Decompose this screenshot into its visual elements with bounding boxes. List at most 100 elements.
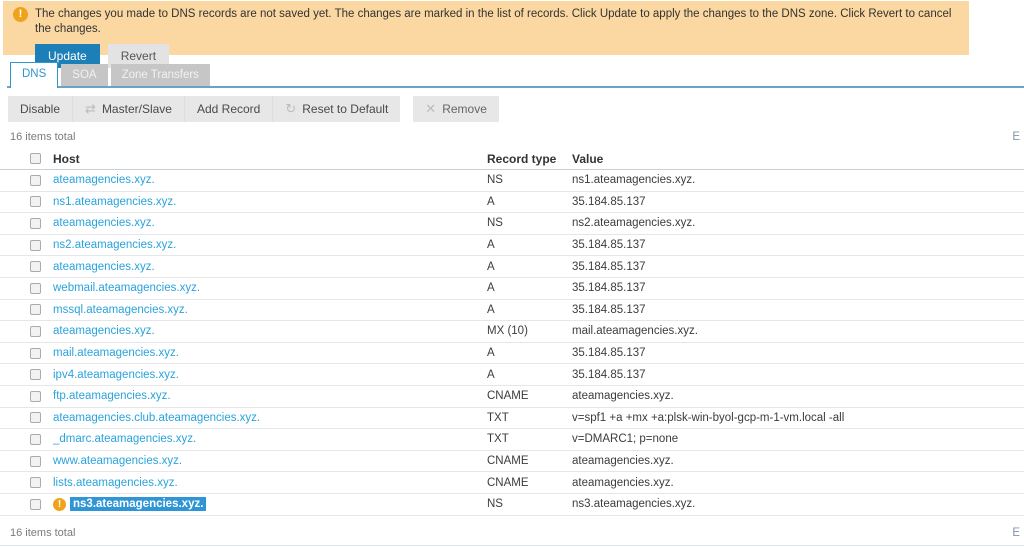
tab-soa[interactable]: SOA <box>61 64 108 86</box>
record-type-cell: A <box>487 347 495 360</box>
entries-link-truncated[interactable]: E <box>1012 131 1020 143</box>
host-cell: ! ns3.ateamagencies.xyz. <box>53 497 487 512</box>
banner-message: The changes you made to DNS records are … <box>35 8 952 35</box>
column-header-record-type[interactable]: Record type <box>487 152 572 166</box>
record-value-cell: 35.184.85.137 <box>572 303 646 316</box>
host-cell: ! _dmarc.ateamagencies.xyz. <box>53 433 487 445</box>
select-all-checkbox[interactable] <box>30 153 41 164</box>
table-row: ! ateamagencies.club.ateamagencies.xyz. … <box>0 408 1024 430</box>
host-link[interactable]: ns2.ateamagencies.xyz. <box>53 239 176 251</box>
toolbar-group-main: Disable ⇄ Master/Slave Add Record ↻ Rese… <box>8 96 401 122</box>
row-checkbox[interactable] <box>30 325 41 337</box>
row-checkbox[interactable] <box>30 498 41 510</box>
host-cell: ! ateamagencies.xyz. <box>53 217 487 229</box>
host-cell: ! ipv4.ateamagencies.xyz. <box>53 369 487 381</box>
column-header-value[interactable]: Value <box>572 152 1024 166</box>
table-row: ! mail.ateamagencies.xyz. A 35.184.85.13… <box>0 343 1024 365</box>
host-link[interactable]: ftp.ateamagencies.xyz. <box>53 390 171 402</box>
remove-button[interactable]: ✕ Remove <box>413 96 499 122</box>
host-link[interactable]: ateamagencies.xyz. <box>53 325 155 337</box>
reset-to-default-button[interactable]: ↻ Reset to Default <box>272 96 400 122</box>
record-value-cell: 35.184.85.137 <box>572 282 646 295</box>
host-cell: ! ateamagencies.xyz. <box>53 174 487 186</box>
record-type-cell: MX (10) <box>487 325 528 338</box>
host-cell: ! mail.ateamagencies.xyz. <box>53 347 487 359</box>
host-cell: ! ns1.ateamagencies.xyz. <box>53 196 487 208</box>
reset-label: Reset to Default <box>302 102 389 116</box>
row-checkbox[interactable] <box>30 390 41 402</box>
host-link[interactable]: ns3.ateamagencies.xyz. <box>70 497 207 512</box>
table-body: ! ateamagencies.xyz. NS ns1.ateamagencie… <box>0 170 1024 516</box>
record-value-cell: ateamagencies.xyz. <box>572 390 674 403</box>
row-checkbox[interactable] <box>30 196 41 208</box>
row-checkbox[interactable] <box>30 239 41 251</box>
disable-button[interactable]: Disable <box>8 96 72 122</box>
host-link[interactable]: ipv4.ateamagencies.xyz. <box>53 369 179 381</box>
record-value-cell: mail.ateamagencies.xyz. <box>572 325 698 338</box>
row-checkbox[interactable] <box>30 174 41 186</box>
host-cell: ! www.ateamagencies.xyz. <box>53 455 487 467</box>
record-type-cell: A <box>487 282 495 295</box>
host-link[interactable]: www.ateamagencies.xyz. <box>53 455 182 467</box>
host-link[interactable]: ateamagencies.xyz. <box>53 261 155 273</box>
tab-zone-transfers[interactable]: Zone Transfers <box>110 64 210 86</box>
table-row: ! lists.ateamagencies.xyz. CNAME ateamag… <box>0 472 1024 494</box>
disable-label: Disable <box>20 102 61 116</box>
record-value-cell: v=spf1 +a +mx +a:plsk-win-byol-gcp-m-1-v… <box>572 411 845 424</box>
host-link[interactable]: ns1.ateamagencies.xyz. <box>53 196 176 208</box>
items-total-top: 16 items total E <box>10 131 1022 143</box>
master-slave-icon: ⇄ <box>85 101 96 116</box>
dns-zone-records-page: ! The changes you made to DNS records ar… <box>0 0 1024 547</box>
row-checkbox[interactable] <box>30 455 41 467</box>
record-value-cell: ns2.ateamagencies.xyz. <box>572 217 696 230</box>
row-checkbox[interactable] <box>30 369 41 381</box>
record-type-cell: A <box>487 260 495 273</box>
row-checkbox[interactable] <box>30 412 41 424</box>
row-checkbox[interactable] <box>30 217 41 229</box>
remove-label: Remove <box>442 102 487 116</box>
row-checkbox[interactable] <box>30 282 41 294</box>
record-value-cell: 35.184.85.137 <box>572 195 646 208</box>
row-checkbox[interactable] <box>30 477 41 489</box>
host-link[interactable]: ateamagencies.club.ateamagencies.xyz. <box>53 412 260 424</box>
row-checkbox[interactable] <box>30 433 41 445</box>
table-row: ! ns2.ateamagencies.xyz. A 35.184.85.137 <box>0 235 1024 257</box>
row-warning-icon: ! <box>53 497 66 511</box>
record-value-cell: v=DMARC1; p=none <box>572 433 679 446</box>
record-value-cell: ns3.ateamagencies.xyz. <box>572 498 696 511</box>
record-value-cell: 35.184.85.137 <box>572 368 646 381</box>
host-cell: ! lists.ateamagencies.xyz. <box>53 477 487 489</box>
row-checkbox[interactable] <box>30 261 41 273</box>
entries-link-truncated-bottom[interactable]: E <box>1012 527 1020 539</box>
record-value-cell: ateamagencies.xyz. <box>572 476 674 489</box>
reset-icon: ↻ <box>285 101 297 116</box>
toolbar: Disable ⇄ Master/Slave Add Record ↻ Rese… <box>8 96 499 122</box>
master-slave-button[interactable]: ⇄ Master/Slave <box>72 96 184 122</box>
host-link[interactable]: _dmarc.ateamagencies.xyz. <box>53 433 196 445</box>
host-link[interactable]: mail.ateamagencies.xyz. <box>53 347 179 359</box>
column-header-host[interactable]: Host <box>53 152 487 166</box>
host-link[interactable]: webmail.ateamagencies.xyz. <box>53 282 200 294</box>
table-row: ! ateamagencies.xyz. MX (10) mail.ateama… <box>0 321 1024 343</box>
host-link[interactable]: ateamagencies.xyz. <box>53 217 155 229</box>
record-type-cell: CNAME <box>487 455 529 468</box>
row-checkbox[interactable] <box>30 347 41 359</box>
table-header-row: Host Record type Value <box>0 148 1024 170</box>
record-type-cell: A <box>487 368 495 381</box>
add-record-button[interactable]: Add Record <box>183 96 272 122</box>
table-row: ! webmail.ateamagencies.xyz. A 35.184.85… <box>0 278 1024 300</box>
host-link[interactable]: ateamagencies.xyz. <box>53 174 155 186</box>
record-type-cell: NS <box>487 174 503 187</box>
host-link[interactable]: mssql.ateamagencies.xyz. <box>53 304 188 316</box>
tab-bar: DNS SOA Zone Transfers <box>7 62 1024 88</box>
table-row: ! ateamagencies.xyz. NS ns2.ateamagencie… <box>0 213 1024 235</box>
items-total-bottom-label: 16 items total <box>10 527 76 539</box>
host-cell: ! ateamagencies.xyz. <box>53 261 487 273</box>
host-cell: ! webmail.ateamagencies.xyz. <box>53 282 487 294</box>
record-value-cell: 35.184.85.137 <box>572 347 646 360</box>
host-link[interactable]: lists.ateamagencies.xyz. <box>53 477 178 489</box>
tab-dns[interactable]: DNS <box>10 62 59 88</box>
row-checkbox[interactable] <box>30 304 41 316</box>
warning-icon: ! <box>13 7 28 22</box>
unsaved-changes-banner: ! The changes you made to DNS records ar… <box>3 1 969 68</box>
